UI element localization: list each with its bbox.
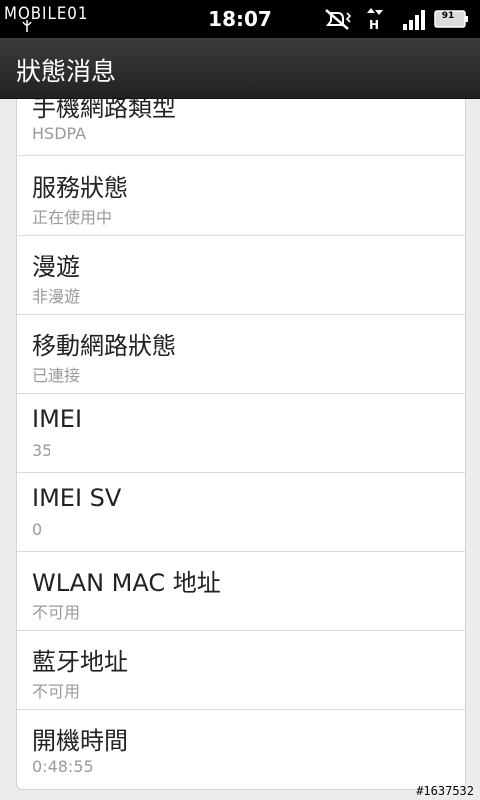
list-item-network-type[interactable]: 手機網路類型 HSDPA — [17, 99, 465, 156]
item-title: IMEI SV — [32, 484, 122, 512]
list-item-mobile-network-state[interactable]: 移動網路狀態 已連接 — [17, 314, 465, 394]
page-title: 狀態消息 — [16, 57, 117, 86]
item-title: 開機時間 — [32, 727, 128, 755]
list-item-service-state[interactable]: 服務狀態 正在使用中 — [17, 156, 465, 236]
data-transfer-icon: H — [366, 7, 384, 32]
vibrate-mute-icon — [325, 9, 352, 30]
item-value: 0 — [32, 520, 43, 539]
item-value: 不可用 — [32, 682, 81, 701]
item-value: 已連接 — [32, 366, 81, 385]
redaction-block — [44, 516, 66, 542]
list-item-uptime[interactable]: 開機時間 0:48:55 — [17, 709, 465, 788]
list-item-imei-sv[interactable]: IMEI SV 0 — [17, 472, 465, 552]
item-title: WLAN MAC 地址 — [32, 569, 221, 597]
list-item-wlan-mac[interactable]: WLAN MAC 地址 不可用 — [17, 551, 465, 631]
battery-icon: 91 — [434, 7, 470, 31]
battery-level: 91 — [441, 11, 455, 21]
item-value: 非漫遊 — [32, 287, 81, 306]
list-item-bluetooth-address[interactable]: 藍牙地址 不可用 — [17, 630, 465, 710]
item-value: 不可用 — [32, 603, 81, 622]
watermark: #1637532 — [416, 784, 474, 798]
title-bar: 狀態消息 — [0, 38, 480, 99]
redaction-block — [50, 437, 170, 463]
item-title: 服務狀態 — [32, 174, 128, 202]
item-title: IMEI — [32, 405, 83, 433]
item-title: 藍牙地址 — [32, 648, 128, 676]
item-value: 正在使用中 — [32, 208, 113, 227]
signal-strength-icon — [403, 10, 425, 30]
item-title: 手機網路類型 — [32, 99, 176, 122]
status-list-container[interactable]: 手機網路類型 HSDPA 服務狀態 正在使用中 漫遊 非漫遊 移動網路狀態 已連… — [0, 99, 480, 800]
list-item-imei[interactable]: IMEI 35 5 — [17, 393, 465, 473]
item-value: HSDPA — [32, 124, 87, 143]
item-value: 0:48:55 — [32, 757, 94, 776]
item-title: 漫遊 — [32, 253, 80, 281]
status-list: 手機網路類型 HSDPA 服務狀態 正在使用中 漫遊 非漫遊 移動網路狀態 已連… — [16, 99, 466, 790]
network-type-label: H — [369, 18, 379, 31]
item-title: 移動網路狀態 — [32, 332, 176, 360]
list-item-roaming[interactable]: 漫遊 非漫遊 — [17, 235, 465, 315]
status-bar: MOBILE01 18:07 H 91 — [0, 0, 480, 38]
